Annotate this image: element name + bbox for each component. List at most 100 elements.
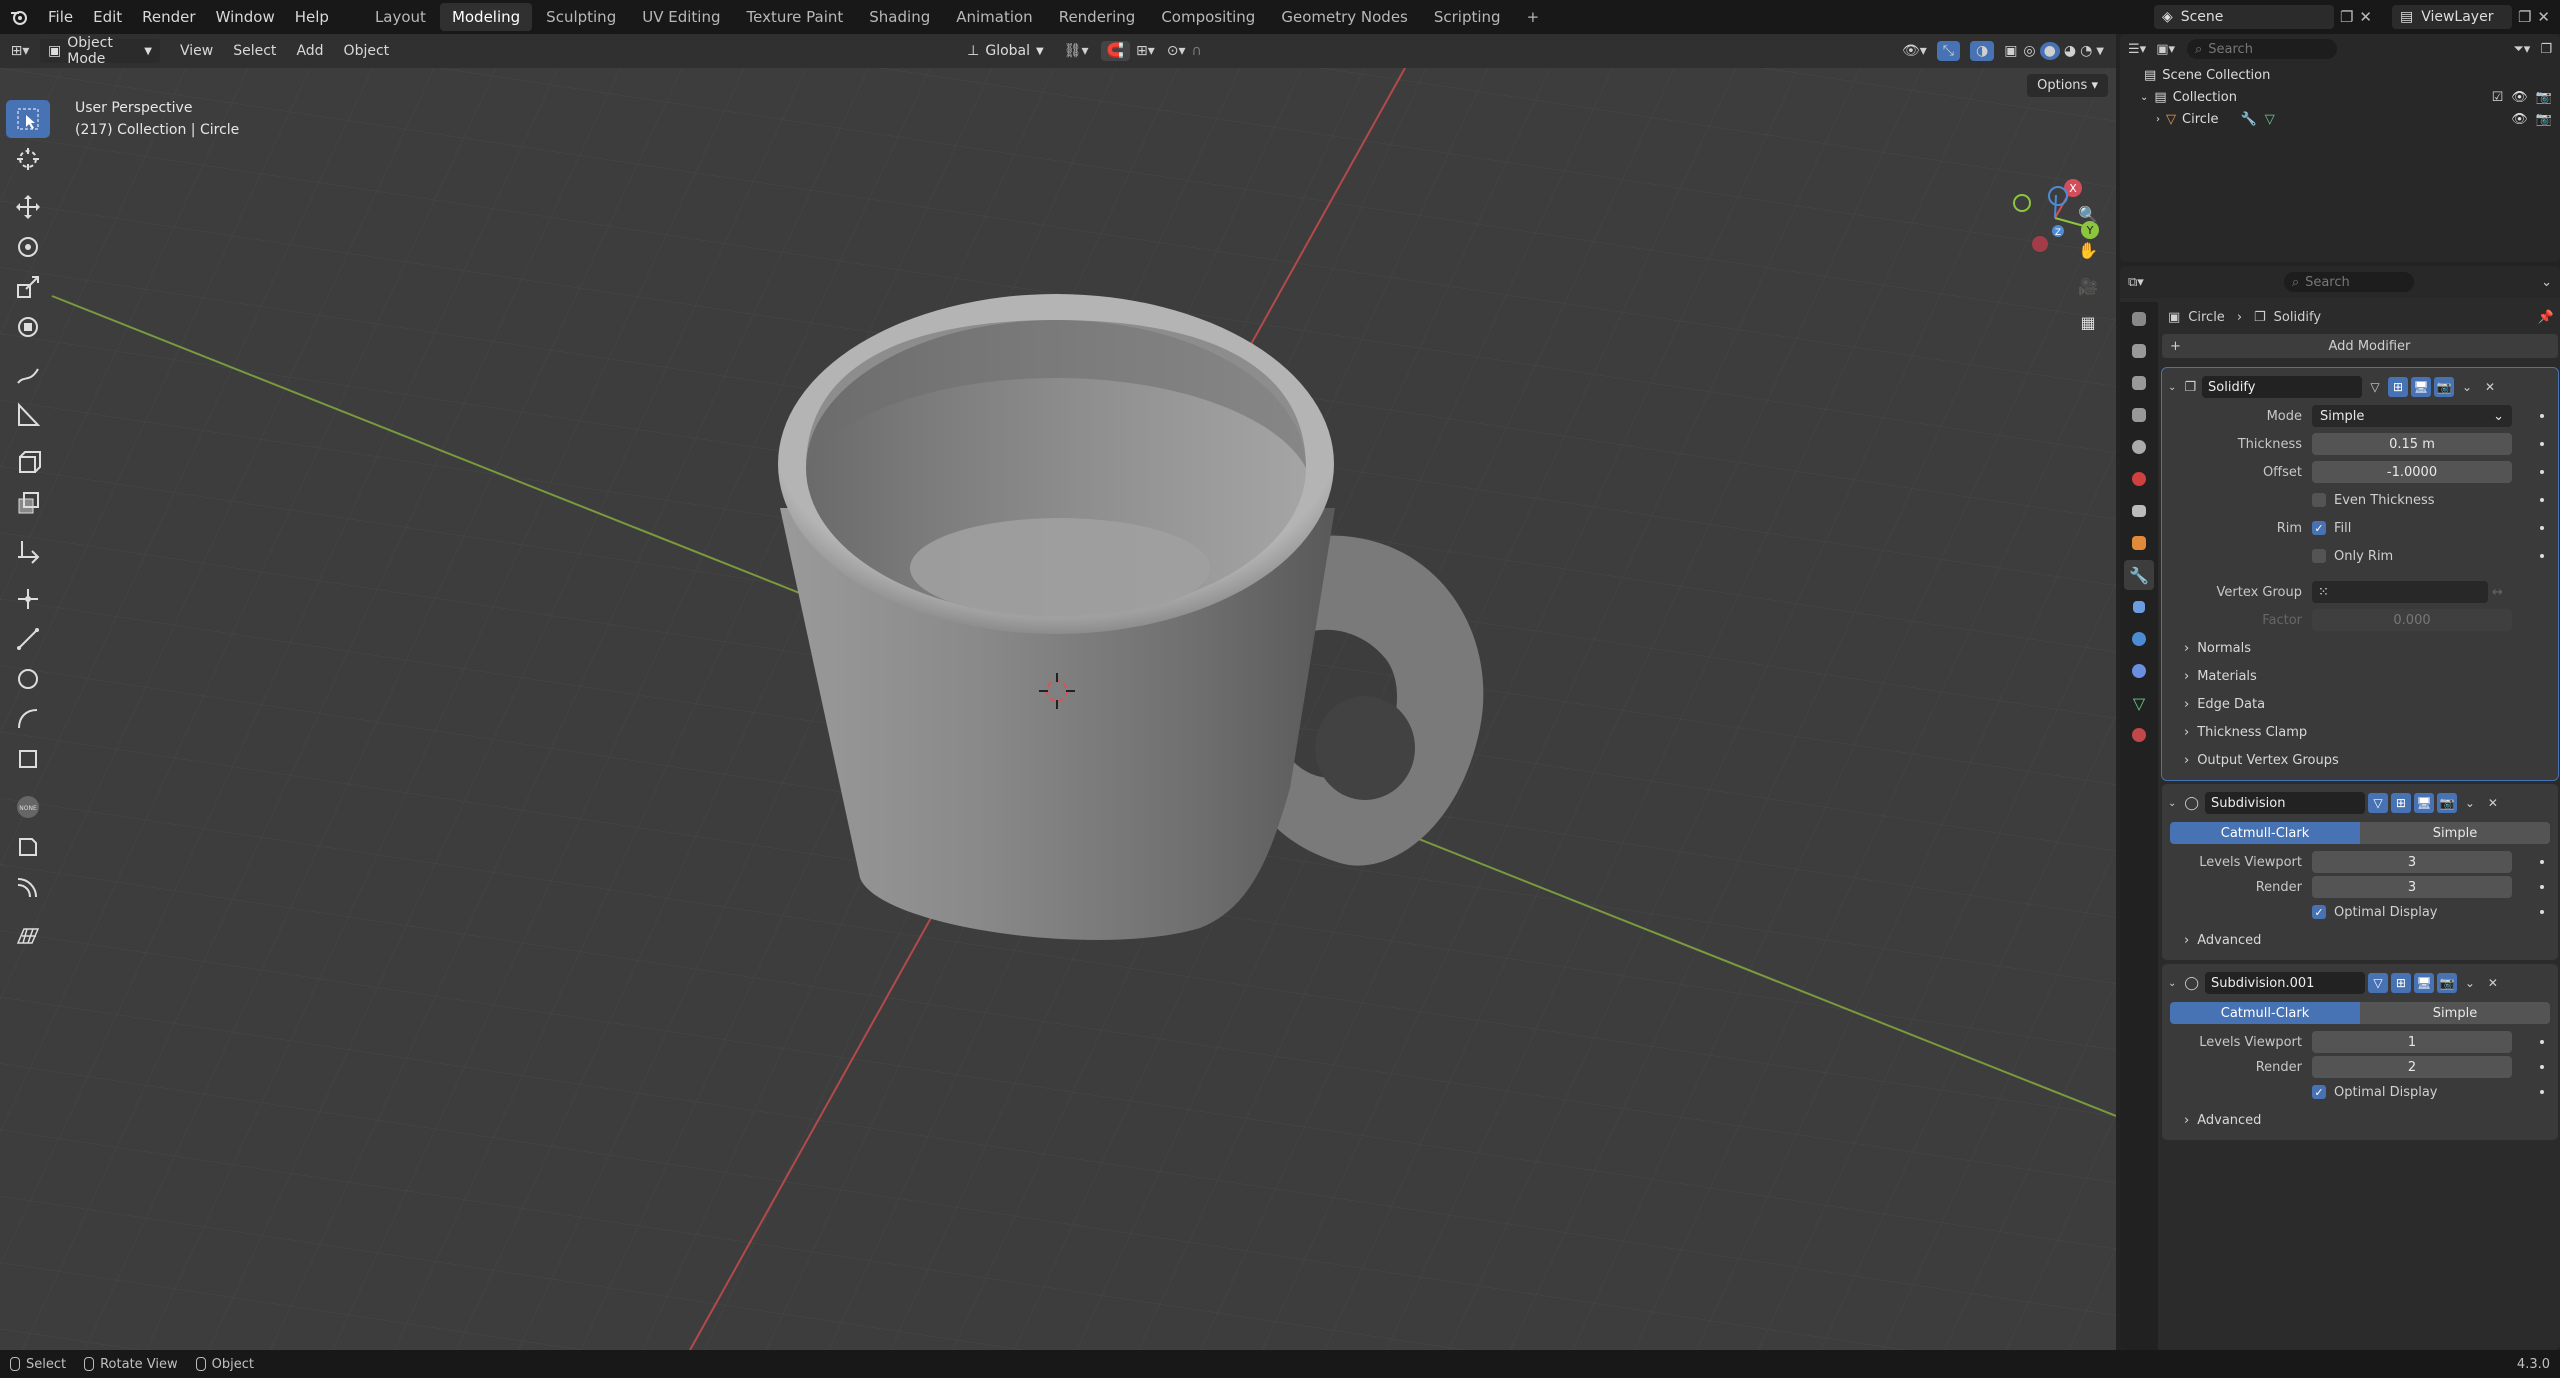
display-mode-icon[interactable]: ▣▾ bbox=[2156, 42, 2175, 57]
pan-hand-icon[interactable]: ✋ bbox=[2072, 234, 2104, 266]
menu-render[interactable]: Render bbox=[132, 0, 205, 34]
scale-tool[interactable] bbox=[6, 268, 50, 306]
edit-mode-icon[interactable]: ▽ bbox=[2367, 793, 2388, 813]
overlay-toggle-icon[interactable]: ◑ bbox=[1969, 41, 1995, 61]
tab-rendering[interactable]: Rendering bbox=[1047, 3, 1148, 31]
annotate-tool[interactable] bbox=[6, 356, 50, 394]
shading-material-icon[interactable]: ◕ bbox=[2064, 43, 2076, 59]
tab-uv-editing[interactable]: UV Editing bbox=[630, 3, 732, 31]
properties-search-input[interactable]: ⌕ Search bbox=[2283, 272, 2414, 292]
simple-button[interactable]: Simple bbox=[2360, 1002, 2550, 1024]
editor-type-icon[interactable]: ⊞▾ bbox=[0, 43, 40, 59]
shading-rendered-icon[interactable]: ◔ bbox=[2080, 43, 2092, 59]
optimal-display-checkbox[interactable]: ✓ bbox=[2312, 905, 2326, 919]
transform-tool[interactable] bbox=[6, 308, 50, 346]
levels-viewport-field[interactable]: 3 bbox=[2312, 851, 2512, 873]
shading-options-icon[interactable]: ▼ bbox=[2096, 46, 2104, 57]
zoom-icon[interactable]: 🔍 bbox=[2072, 198, 2104, 230]
measure-tool[interactable] bbox=[6, 396, 50, 434]
output-vertex-groups-subpanel[interactable]: › Output Vertex Groups bbox=[2162, 746, 2558, 774]
offset-field[interactable]: -1.0000 bbox=[2312, 461, 2512, 483]
shading-solid-icon[interactable]: ● bbox=[2039, 42, 2060, 60]
gizmo-toggle-icon[interactable]: ⤡ bbox=[1936, 41, 1960, 61]
modifier-name-field[interactable]: Solidify bbox=[2202, 376, 2363, 398]
add-cube-tool[interactable] bbox=[6, 444, 50, 482]
mode-dropdown[interactable]: Simple ⌄ bbox=[2312, 405, 2512, 427]
render-camera-icon[interactable]: 📷 bbox=[2434, 377, 2455, 397]
close-icon[interactable]: ✕ bbox=[2483, 973, 2503, 993]
render-camera-icon[interactable]: 📷 bbox=[2436, 793, 2457, 813]
keyframe-dot-icon[interactable] bbox=[2540, 885, 2544, 889]
tab-collection[interactable] bbox=[2124, 496, 2154, 526]
xray-icon[interactable]: ▣ bbox=[2004, 43, 2017, 59]
viewport-display-icon[interactable]: 🖥 bbox=[2411, 377, 2432, 397]
tab-constraints[interactable] bbox=[2124, 656, 2154, 686]
shear-tool[interactable] bbox=[6, 532, 50, 570]
tab-object[interactable] bbox=[2124, 528, 2154, 558]
dropdown-icon[interactable]: ⌄ bbox=[2460, 793, 2480, 813]
keyframe-dot-icon[interactable] bbox=[2540, 442, 2544, 446]
shading-wire-icon[interactable]: ◎ bbox=[2023, 43, 2035, 59]
grid-fill-tool[interactable] bbox=[6, 916, 50, 954]
eye-icon[interactable]: 👁 bbox=[2511, 90, 2528, 105]
keyframe-dot-icon[interactable] bbox=[2540, 470, 2544, 474]
only-rim-checkbox[interactable] bbox=[2312, 549, 2326, 563]
eye-icon[interactable]: 👁 bbox=[2511, 112, 2528, 127]
tab-compositing[interactable]: Compositing bbox=[1149, 3, 1267, 31]
add-workspace-icon[interactable]: + bbox=[1515, 3, 1552, 31]
camera-render-icon[interactable]: 📷 bbox=[2536, 112, 2552, 127]
catmull-clark-button[interactable]: Catmull-Clark bbox=[2170, 822, 2360, 844]
tab-tool[interactable] bbox=[2124, 304, 2154, 334]
outliner-search-input[interactable]: ⌕ Search bbox=[2187, 39, 2337, 59]
new-scene-icon[interactable]: ❐ bbox=[2340, 8, 2353, 26]
optimal-display-checkbox[interactable]: ✓ bbox=[2312, 1085, 2326, 1099]
menu-add[interactable]: Add bbox=[286, 43, 333, 59]
even-thickness-checkbox[interactable] bbox=[2312, 493, 2326, 507]
outliner-row-collection[interactable]: ⌄ ▤ Collection ☑ 👁 📷 bbox=[2120, 86, 2560, 108]
camera-icon[interactable]: 🎥 bbox=[2072, 270, 2104, 302]
add-modifier-button[interactable]: + Add Modifier bbox=[2162, 334, 2558, 358]
spin-tool[interactable] bbox=[6, 868, 50, 906]
dropdown-icon[interactable]: ⌄ bbox=[2460, 973, 2480, 993]
levels-viewport-field[interactable]: 1 bbox=[2312, 1031, 2512, 1053]
keyframe-dot-icon[interactable] bbox=[2540, 1090, 2544, 1094]
chevron-down-icon[interactable]: ⌄ bbox=[2168, 798, 2176, 809]
tab-geometry-nodes[interactable]: Geometry Nodes bbox=[1269, 3, 1420, 31]
delete-scene-icon[interactable]: ✕ bbox=[2359, 8, 2372, 26]
tab-animation[interactable]: Animation bbox=[944, 3, 1044, 31]
simple-button[interactable]: Simple bbox=[2360, 822, 2550, 844]
move-tool[interactable] bbox=[6, 188, 50, 226]
select-box-tool[interactable] bbox=[6, 100, 50, 138]
add-vertex-tool[interactable] bbox=[6, 580, 50, 618]
snap-icon[interactable]: 🧲 bbox=[1100, 41, 1130, 61]
new-collection-icon[interactable]: ❐ bbox=[2540, 42, 2552, 57]
edit-mode-icon[interactable]: ▽ bbox=[2367, 973, 2388, 993]
outliner-row-scene-collection[interactable]: ▤ Scene Collection bbox=[2120, 64, 2560, 86]
normals-subpanel[interactable]: › Normals bbox=[2162, 634, 2558, 662]
menu-help[interactable]: Help bbox=[285, 0, 339, 34]
render-levels-field[interactable]: 3 bbox=[2312, 876, 2512, 898]
viewlayer-selector[interactable]: ▤ ViewLayer bbox=[2391, 5, 2512, 29]
delete-viewlayer-icon[interactable]: ✕ bbox=[2537, 8, 2550, 26]
tab-modifiers[interactable]: 🔧 bbox=[2124, 560, 2154, 590]
keyframe-dot-icon[interactable] bbox=[2540, 498, 2544, 502]
render-camera-icon[interactable]: 📷 bbox=[2436, 973, 2457, 993]
thickness-field[interactable]: 0.15 m bbox=[2312, 433, 2512, 455]
none-tool[interactable]: NONE bbox=[6, 788, 50, 826]
mesh-data-icon[interactable]: ▽ bbox=[2265, 112, 2275, 127]
3d-viewport[interactable]: X Y Z User Perspective (217) Collection … bbox=[0, 68, 2116, 1350]
menu-edit[interactable]: Edit bbox=[83, 0, 132, 34]
visibility-icon[interactable]: 👁▾ bbox=[1902, 43, 1927, 59]
keyframe-dot-icon[interactable] bbox=[2540, 554, 2544, 558]
transform-orientation-selector[interactable]: ⊥ Global ▼ bbox=[959, 39, 1052, 63]
outliner-row-circle[interactable]: › ▽ Circle 🔧 ▽ 👁 📷 bbox=[2120, 108, 2560, 130]
outliner-editor-icon[interactable]: ☰▾ bbox=[2128, 42, 2146, 57]
tab-view-layer[interactable] bbox=[2124, 400, 2154, 430]
extrude-tool[interactable] bbox=[6, 484, 50, 522]
render-levels-field[interactable]: 2 bbox=[2312, 1056, 2512, 1078]
tab-scripting[interactable]: Scripting bbox=[1422, 3, 1513, 31]
tab-material[interactable] bbox=[2124, 720, 2154, 750]
chevron-down-icon[interactable]: ⌄ bbox=[2168, 978, 2176, 989]
falloff-icon[interactable]: ∩ bbox=[1192, 43, 1202, 59]
options-dropdown[interactable]: Options ▾ bbox=[2027, 74, 2108, 97]
